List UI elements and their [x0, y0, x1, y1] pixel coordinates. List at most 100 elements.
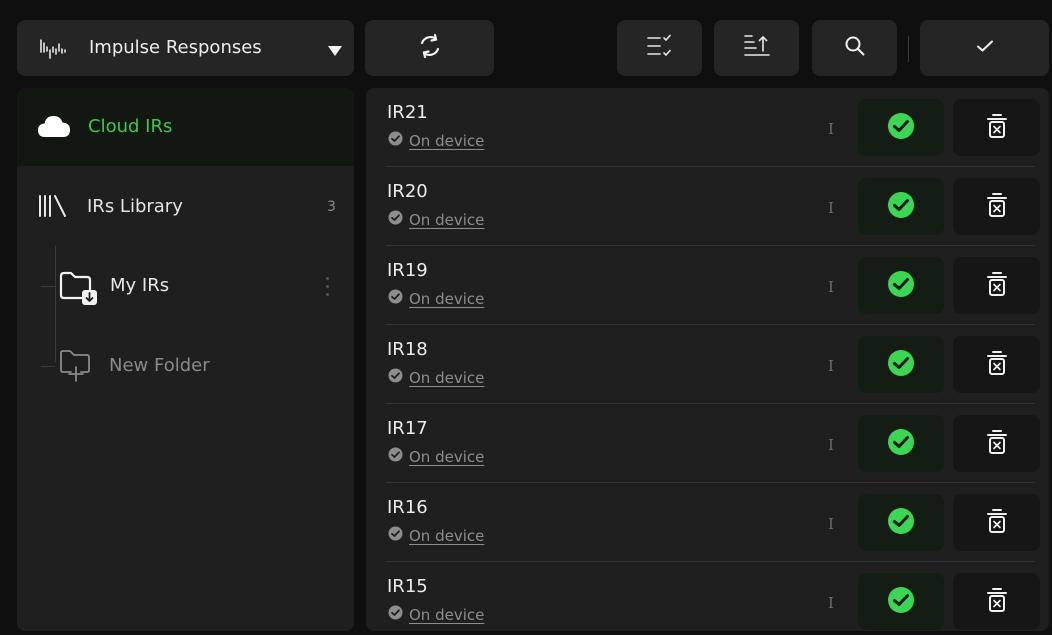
folder-add-icon — [59, 348, 99, 386]
list-item[interactable]: IR15 On device I — [366, 562, 1049, 631]
ir-status: On device — [388, 131, 484, 150]
list-item[interactable]: IR16 On device I — [366, 483, 1049, 562]
check-circle-icon — [887, 349, 915, 381]
trash-icon — [986, 271, 1008, 301]
trash-icon — [986, 192, 1008, 222]
check-circle-icon — [388, 368, 403, 387]
trash-icon — [986, 587, 1008, 617]
check-circle-icon — [887, 507, 915, 539]
select-ir-button[interactable] — [858, 178, 944, 235]
multi-select-button[interactable] — [617, 20, 702, 76]
ir-name: IR17 — [387, 418, 428, 439]
ir-status: On device — [388, 210, 484, 229]
select-ir-button[interactable] — [858, 494, 944, 551]
sidebar-item-label: New Folder — [109, 355, 210, 376]
ir-type-dropdown[interactable]: Impulse Responses — [17, 20, 354, 76]
ir-name: IR16 — [387, 497, 428, 518]
ir-status-text[interactable]: On device — [409, 132, 484, 150]
delete-ir-button[interactable] — [953, 178, 1040, 235]
ir-marker: I — [828, 120, 834, 138]
ir-status-text[interactable]: On device — [409, 448, 484, 466]
list-item[interactable]: IR18 On device I — [366, 325, 1049, 404]
ir-list: IR21 On device I IR20 On device I IR19 O… — [366, 88, 1049, 631]
sort-icon — [743, 34, 771, 62]
done-button[interactable] — [920, 20, 1049, 76]
sort-button[interactable] — [714, 20, 799, 76]
list-item[interactable]: IR21 On device I — [366, 88, 1049, 167]
library-icon — [38, 194, 68, 222]
delete-ir-button[interactable] — [953, 494, 1040, 551]
delete-ir-button[interactable] — [953, 415, 1040, 472]
ir-status-text[interactable]: On device — [409, 369, 484, 387]
ir-type-label: Impulse Responses — [89, 37, 262, 58]
waveform-icon — [39, 38, 71, 64]
check-circle-icon — [887, 112, 915, 144]
check-circle-icon — [388, 447, 403, 466]
ir-status-text[interactable]: On device — [409, 527, 484, 545]
multi-select-icon — [646, 34, 674, 62]
select-ir-button[interactable] — [858, 336, 944, 393]
ir-status-text[interactable]: On device — [409, 290, 484, 308]
check-circle-icon — [388, 289, 403, 308]
sidebar-item-label: Cloud IRs — [88, 116, 173, 137]
select-ir-button[interactable] — [858, 99, 944, 156]
check-circle-icon — [388, 210, 403, 229]
sidebar-item-cloud-irs[interactable]: Cloud IRs — [17, 88, 354, 166]
caret-down-icon — [327, 42, 343, 61]
delete-ir-button[interactable] — [953, 99, 1040, 156]
checkmark-icon — [975, 38, 995, 58]
ir-status: On device — [388, 447, 484, 466]
ir-marker: I — [828, 278, 834, 296]
sync-icon — [417, 33, 443, 63]
ir-status: On device — [388, 526, 484, 545]
sidebar-item-label: My IRs — [110, 275, 170, 296]
toolbar-divider — [908, 36, 909, 62]
ir-marker: I — [828, 357, 834, 375]
cloud-icon — [37, 113, 71, 143]
ir-name: IR15 — [387, 576, 428, 597]
check-circle-icon — [388, 526, 403, 545]
sidebar: Cloud IRs IRs Library 3 My IRs New Folde… — [17, 88, 354, 631]
ir-status-text[interactable]: On device — [409, 211, 484, 229]
sidebar-item-my-irs[interactable]: My IRs — [17, 256, 354, 316]
select-ir-button[interactable] — [858, 415, 944, 472]
select-ir-button[interactable] — [858, 257, 944, 314]
list-item[interactable]: IR19 On device I — [366, 246, 1049, 325]
sync-button[interactable] — [365, 20, 494, 76]
sidebar-item-irs-library[interactable]: IRs Library 3 — [17, 168, 354, 246]
list-item[interactable]: IR17 On device I — [366, 404, 1049, 483]
ir-name: IR21 — [387, 102, 428, 123]
delete-ir-button[interactable] — [953, 336, 1040, 393]
ir-name: IR18 — [387, 339, 428, 360]
ir-name: IR19 — [387, 260, 428, 281]
ir-marker: I — [828, 515, 834, 533]
sidebar-item-new-folder[interactable]: New Folder — [17, 336, 354, 396]
check-circle-icon — [388, 605, 403, 624]
delete-ir-button[interactable] — [953, 257, 1040, 314]
trash-icon — [986, 350, 1008, 380]
check-circle-icon — [887, 191, 915, 223]
search-button[interactable] — [812, 20, 897, 76]
ir-status: On device — [388, 605, 484, 624]
check-circle-icon — [388, 131, 403, 150]
ir-marker: I — [828, 436, 834, 454]
trash-icon — [986, 508, 1008, 538]
ir-status: On device — [388, 368, 484, 387]
more-options-icon[interactable] — [317, 270, 337, 302]
select-ir-button[interactable] — [858, 573, 944, 630]
ir-marker: I — [828, 199, 834, 217]
check-circle-icon — [887, 428, 915, 460]
list-item[interactable]: IR20 On device I — [366, 167, 1049, 246]
sidebar-item-label: IRs Library — [87, 196, 183, 217]
search-icon — [844, 35, 866, 61]
trash-icon — [986, 429, 1008, 459]
check-circle-icon — [887, 586, 915, 618]
trash-icon — [986, 113, 1008, 143]
ir-marker: I — [828, 594, 834, 612]
ir-status-text[interactable]: On device — [409, 606, 484, 624]
ir-name: IR20 — [387, 181, 428, 202]
delete-ir-button[interactable] — [953, 573, 1040, 630]
ir-status: On device — [388, 289, 484, 308]
check-circle-icon — [887, 270, 915, 302]
folder-download-icon — [59, 270, 101, 310]
